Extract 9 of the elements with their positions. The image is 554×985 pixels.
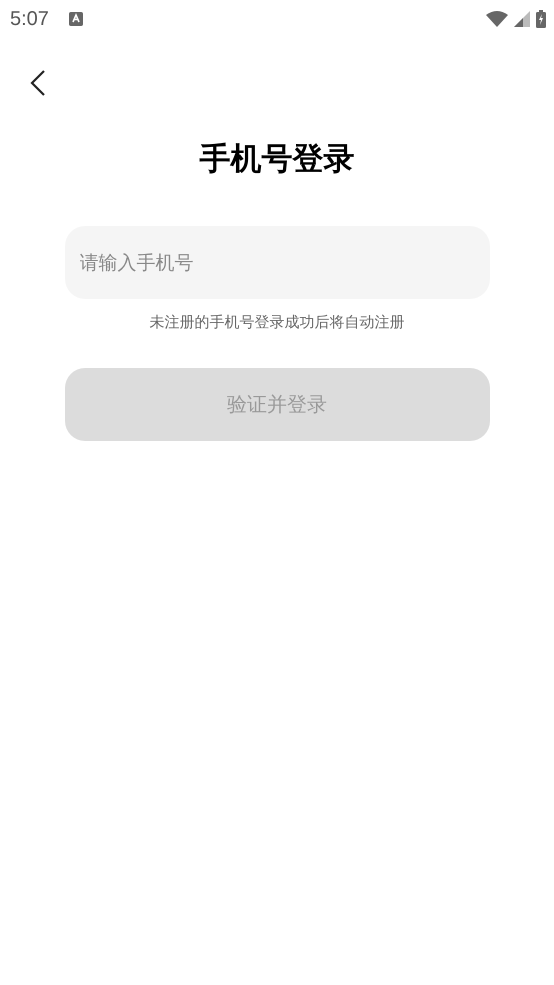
phone-input-field[interactable]: 请输入手机号: [64, 226, 490, 299]
signal-icon: [514, 11, 530, 27]
keyboard-notification-icon: [68, 12, 83, 26]
page-title: 手机号登录: [200, 140, 354, 179]
hint-text: 未注册的手机号登录成功后将自动注册: [150, 313, 404, 332]
battery-icon: [536, 10, 546, 28]
status-time: 5:07: [10, 8, 49, 30]
back-button[interactable]: [30, 69, 46, 97]
wifi-icon: [486, 11, 508, 27]
